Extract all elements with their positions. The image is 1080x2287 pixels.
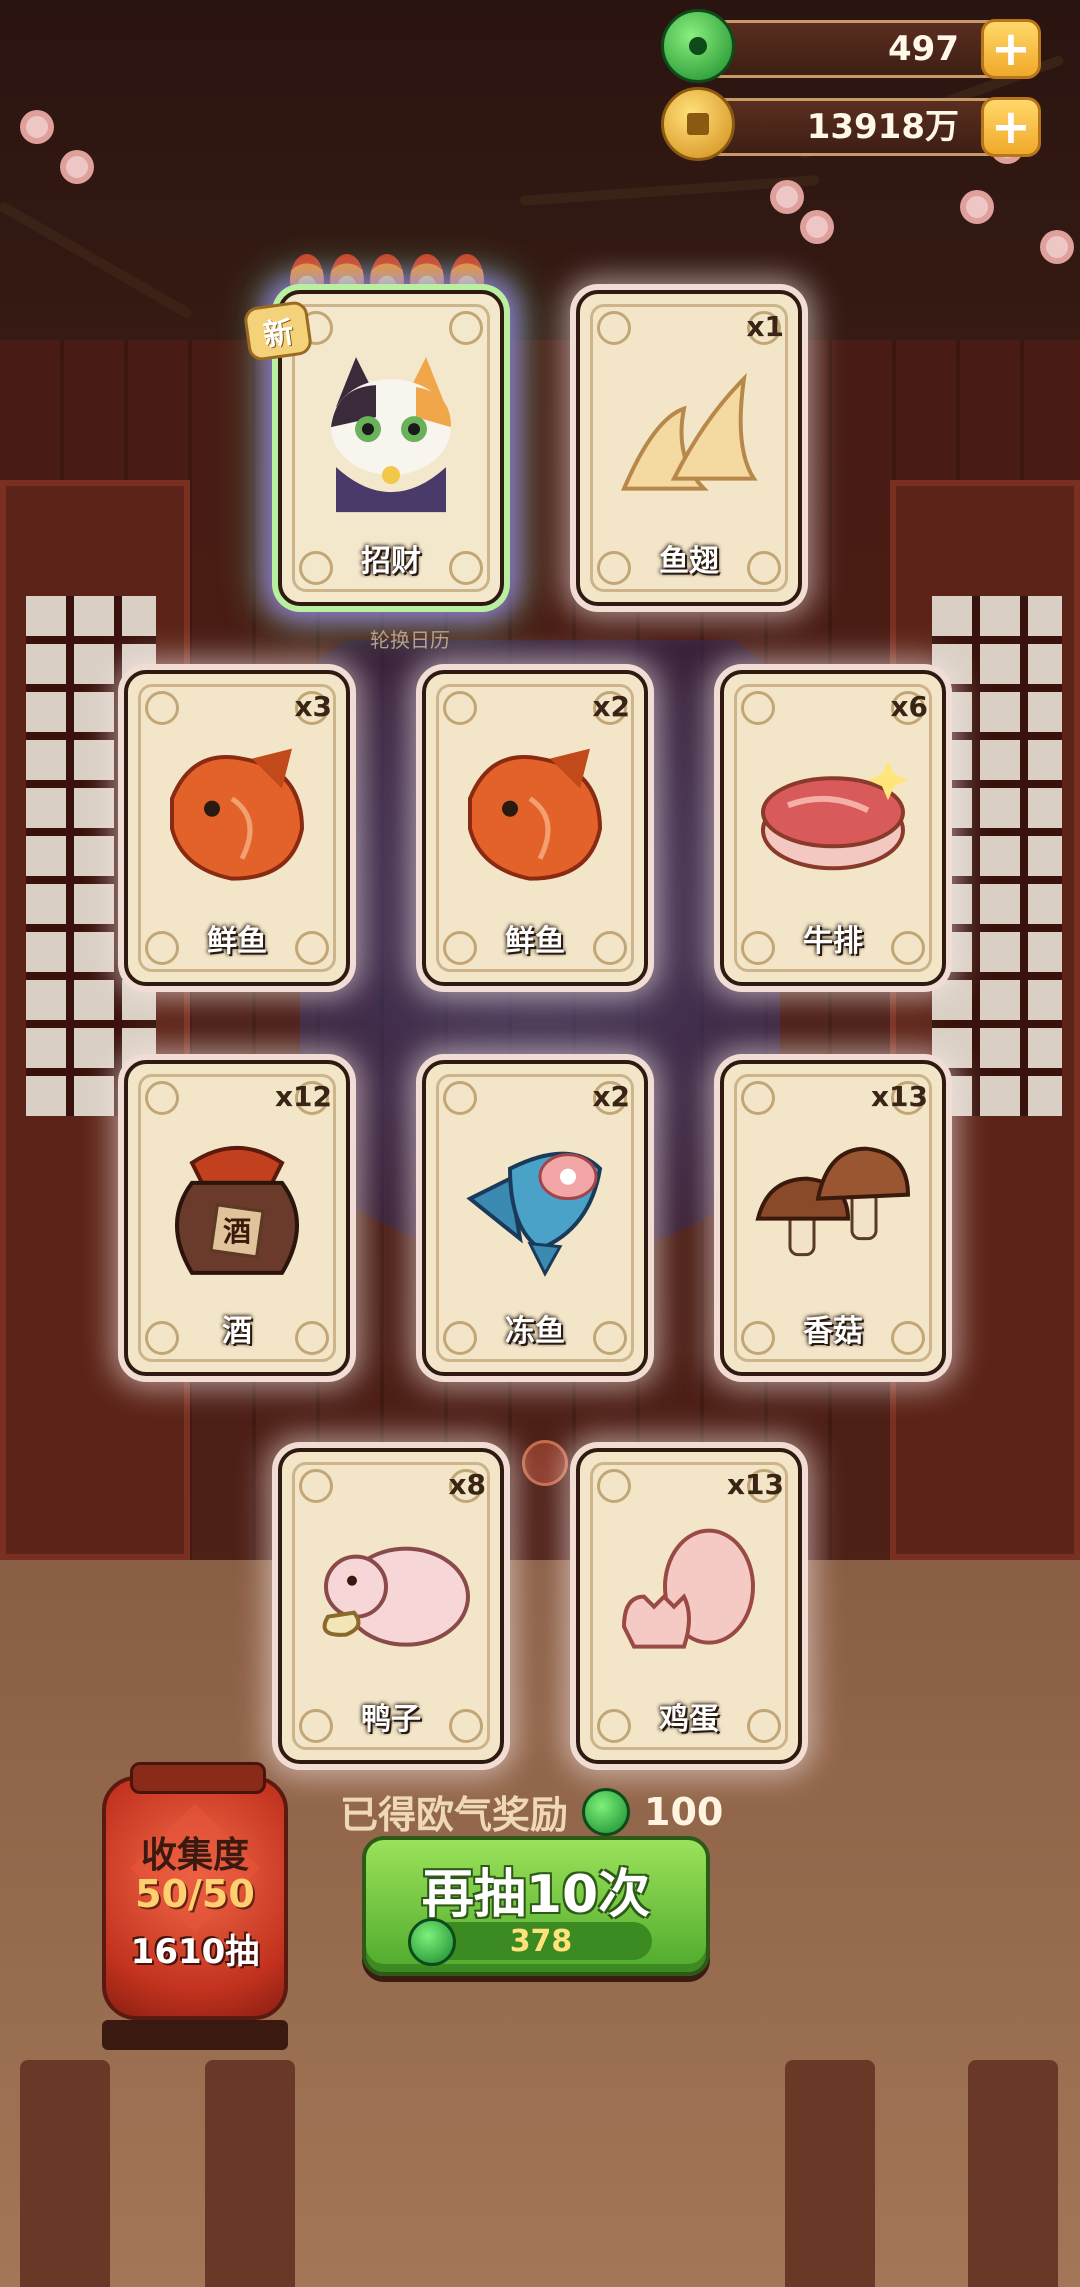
jade-amount: 497	[888, 29, 959, 69]
card-corner-swirl	[145, 1081, 179, 1115]
card-name: 牛排	[803, 924, 863, 959]
right-door	[890, 480, 1080, 1560]
steak-icon	[748, 750, 918, 884]
card-corner-swirl	[145, 691, 179, 725]
blossom-icon	[1040, 230, 1074, 264]
fence-post	[785, 2060, 875, 2287]
decorative-knob-icon	[522, 1440, 568, 1486]
draw-cost-value: 378	[509, 1923, 573, 1959]
shark-fin-icon	[614, 359, 764, 513]
draw-cost: 378	[408, 1918, 652, 1966]
card-name: 冻鱼	[505, 1314, 565, 1349]
card-name: 香菇	[803, 1314, 863, 1349]
card-wine[interactable]: x12 酒 酒	[124, 1060, 350, 1376]
reward-amount: 100	[644, 1789, 724, 1834]
fence-post	[20, 2060, 110, 2287]
fence-post	[968, 2060, 1058, 2287]
gold-coin-icon	[661, 87, 735, 161]
jar-label: 酒	[223, 1215, 251, 1248]
fish-icon	[152, 739, 322, 893]
mushroom-icon	[748, 1129, 918, 1283]
jade-coin-icon	[661, 9, 735, 83]
card-count: x2	[592, 690, 630, 723]
fish-icon	[450, 739, 620, 893]
calico-cat-wizard-icon	[306, 347, 476, 521]
card-corner-swirl	[597, 1469, 631, 1503]
card-name: 酒	[222, 1314, 252, 1349]
card-mushroom[interactable]: x13 香菇	[720, 1060, 946, 1376]
new-badge: 新	[242, 299, 314, 363]
card-count: x13	[870, 1080, 928, 1113]
fence-post	[205, 2060, 295, 2287]
add-jade-button[interactable]: +	[981, 19, 1041, 79]
draw-button-label: 再抽10次	[421, 1865, 651, 1925]
card-corner-swirl	[299, 1469, 333, 1503]
card-fish[interactable]: x2 鲜鱼	[422, 670, 648, 986]
jade-coin-icon	[408, 1918, 456, 1966]
card-egg[interactable]: x13 鸡蛋	[576, 1448, 802, 1764]
card-shark-fin[interactable]: x1 鱼翅	[576, 290, 802, 606]
jade-currency-bar: 497 +	[661, 9, 1041, 83]
card-count: x2	[592, 1080, 630, 1113]
blossom-icon	[770, 180, 804, 214]
gold-amount: 13918万	[806, 107, 959, 147]
card-frozen-fish[interactable]: x2 冻鱼	[422, 1060, 648, 1376]
window-lattice	[932, 596, 1062, 1116]
card-name: 鲜鱼	[505, 924, 565, 959]
egg-icon	[604, 1517, 774, 1671]
blossom-icon	[960, 190, 994, 224]
card-count: x6	[890, 690, 928, 723]
card-corner-swirl	[443, 1081, 477, 1115]
card-steak[interactable]: x6 牛排	[720, 670, 946, 986]
left-door	[0, 480, 190, 1560]
draw-10-again-button[interactable]: 再抽10次 378	[362, 1836, 710, 1976]
gold-currency-bar: 13918万 +	[661, 87, 1041, 161]
reward-label: 已得欧气奖励	[340, 1793, 569, 1837]
blossom-icon	[20, 110, 54, 144]
card-count: x3	[294, 690, 332, 723]
card-cat[interactable]: 招财	[278, 290, 504, 606]
lucky-reward-line: 已得欧气奖励 100	[340, 1784, 723, 1839]
card-count: x8	[448, 1468, 486, 1501]
card-name: 鸭子	[361, 1702, 421, 1737]
card-name: 鱼翅	[659, 544, 719, 579]
blossom-icon	[60, 150, 94, 184]
card-duck[interactable]: x8 鸭子	[278, 1448, 504, 1764]
blossom-icon	[800, 210, 834, 244]
duck-icon	[306, 1517, 476, 1671]
collection-title: 收集度	[140, 1835, 249, 1876]
card-corner-swirl	[449, 311, 483, 345]
card-corner-swirl	[741, 691, 775, 725]
card-name: 鲜鱼	[207, 924, 267, 959]
card-corner-swirl	[597, 311, 631, 345]
card-corner-swirl	[443, 691, 477, 725]
rotate-calendar-label: 轮换日历	[370, 628, 450, 652]
collection-progress: 50/50	[135, 1872, 255, 1916]
collection-lantern[interactable]: 收集度 50/50 1610抽	[102, 1762, 288, 2050]
card-corner-swirl	[741, 1081, 775, 1115]
card-fish[interactable]: x3 鲜鱼	[124, 670, 350, 986]
card-count: x1	[746, 310, 784, 343]
blossom-branch	[0, 200, 194, 320]
add-gold-button[interactable]: +	[981, 97, 1041, 157]
wine-jar-icon: 酒	[152, 1123, 322, 1287]
jade-coin-icon	[582, 1787, 631, 1836]
card-name: 鸡蛋	[659, 1702, 719, 1737]
total-draws: 1610抽	[130, 1932, 260, 1972]
card-count: x12	[274, 1080, 332, 1113]
frozen-fish-icon	[450, 1129, 620, 1283]
card-name: 招财	[361, 544, 421, 579]
card-count: x13	[726, 1468, 784, 1501]
